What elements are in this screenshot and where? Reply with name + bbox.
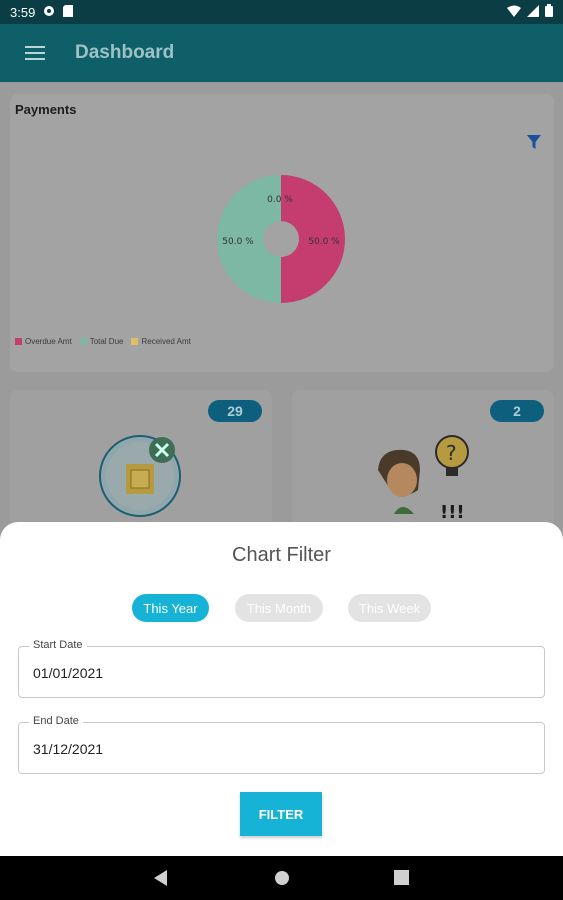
sheet-title: Chart Filter	[232, 544, 331, 566]
legend-item: Total Due	[79, 337, 124, 346]
payments-card: Payments 50.0 % 50.0 % 0.0 % Overdue Amt To…	[10, 94, 554, 372]
legend-swatch	[79, 338, 87, 345]
filter-icon[interactable]	[526, 134, 542, 150]
thinking-person-icon: ? !!!	[378, 435, 469, 523]
chip-this-week[interactable]: This Week	[348, 594, 431, 622]
svg-text:?: ?	[446, 441, 457, 465]
status-bar: 3:59	[0, 0, 563, 24]
legend-item: Received Amt	[131, 337, 191, 346]
svg-text:!!!: !!!	[440, 502, 465, 523]
donut-hole	[263, 221, 299, 257]
count-badge: 29	[208, 400, 262, 422]
nav-bar	[0, 856, 563, 900]
legend-label: Overdue Amt	[25, 337, 72, 346]
menu-icon[interactable]	[25, 46, 45, 60]
end-date-field[interactable]: End Date 31/12/2021	[18, 715, 545, 774]
chip-this-month[interactable]: This Month	[235, 594, 323, 622]
legend-swatch	[131, 338, 139, 345]
sd-card-icon	[63, 4, 74, 20]
chip-this-year[interactable]: This Year	[132, 594, 209, 622]
data-label: 50.0 %	[222, 237, 254, 247]
home-icon[interactable]	[274, 870, 290, 886]
payments-title: Payments	[15, 102, 77, 117]
end-date-label: End Date	[29, 715, 83, 727]
start-date-value: 01/01/2021	[33, 665, 104, 681]
app-bar: Dashboard	[0, 24, 563, 82]
payments-donut-chart: 50.0 % 50.0 % 0.0 %	[217, 175, 345, 303]
legend-label: Received Amt	[141, 337, 191, 346]
battery-icon	[545, 4, 553, 20]
signal-icon	[527, 4, 539, 20]
page-title: Dashboard	[75, 42, 175, 63]
chart-filter-sheet: Chart Filter This Year This Month This W…	[0, 522, 563, 856]
invoice-cancel-icon	[99, 435, 181, 517]
wifi-icon	[507, 5, 521, 20]
stat-card-right[interactable]: 2 ? !!!	[292, 390, 554, 540]
status-time: 3:59	[10, 4, 36, 20]
start-date-label: Start Date	[29, 639, 87, 651]
recents-icon[interactable]	[394, 870, 409, 885]
chart-legend: Overdue Amt Total Due Received Amt	[15, 337, 191, 346]
data-label: 50.0 %	[308, 237, 340, 247]
start-date-field[interactable]: Start Date 01/01/2021	[18, 639, 545, 698]
legend-item: Overdue Amt	[15, 337, 72, 346]
back-icon[interactable]	[154, 870, 168, 886]
stat-card-left[interactable]: 29	[10, 390, 272, 540]
end-date-value: 31/12/2021	[33, 741, 104, 757]
filter-button[interactable]: FILTER	[240, 792, 322, 836]
sync-icon	[43, 5, 55, 20]
count-badge: 2	[490, 400, 544, 422]
data-label: 0.0 %	[267, 195, 293, 205]
legend-label: Total Due	[89, 337, 124, 346]
legend-swatch	[15, 338, 22, 345]
